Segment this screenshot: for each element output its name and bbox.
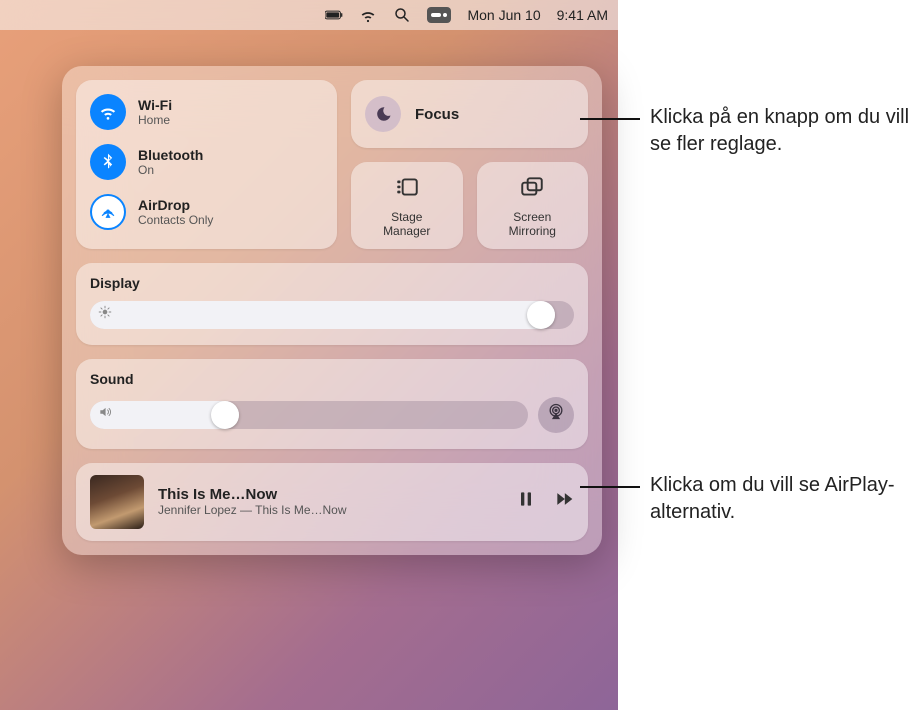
display-slider[interactable] (90, 301, 574, 329)
speaker-icon (98, 405, 112, 424)
spotlight-icon[interactable] (393, 6, 411, 24)
bluetooth-icon (90, 144, 126, 180)
battery-icon[interactable] (325, 6, 343, 24)
display-card: Display (76, 263, 588, 345)
album-art (90, 475, 144, 529)
bluetooth-button[interactable]: Bluetooth On (88, 140, 325, 184)
stage-manager-icon (394, 174, 420, 205)
menubar-time[interactable]: 9:41 AM (557, 7, 608, 23)
bluetooth-title: Bluetooth (138, 147, 203, 163)
airdrop-title: AirDrop (138, 197, 213, 213)
airdrop-icon (90, 194, 126, 230)
sound-card: Sound (76, 359, 588, 449)
now-playing-subtitle: Jennifer Lopez — This Is Me…Now (158, 503, 502, 517)
focus-button[interactable]: Focus (351, 80, 588, 148)
stage-manager-label: StageManager (383, 211, 430, 239)
wifi-button[interactable]: Wi-Fi Home (88, 90, 325, 134)
control-center-menubar-icon[interactable] (427, 7, 451, 23)
airplay-icon (546, 402, 566, 427)
moon-icon (365, 96, 401, 132)
airplay-audio-button[interactable] (538, 397, 574, 433)
menubar-date[interactable]: Mon Jun 10 (467, 7, 540, 23)
connectivity-card: Wi-Fi Home Bluetooth On AirDrop (76, 80, 337, 249)
menubar: Mon Jun 10 9:41 AM (0, 0, 618, 30)
screen-mirroring-icon (519, 174, 545, 205)
stage-manager-button[interactable]: StageManager (351, 162, 463, 249)
airdrop-status: Contacts Only (138, 213, 213, 227)
sound-title: Sound (90, 371, 574, 387)
pause-button[interactable] (516, 489, 536, 514)
brightness-icon (98, 305, 112, 324)
focus-label: Focus (415, 106, 459, 123)
control-center-panel: Wi-Fi Home Bluetooth On AirDrop (62, 66, 602, 555)
annotation-airplay: Klicka om du vill se AirPlay-alternativ. (650, 472, 910, 526)
screen-mirroring-label: ScreenMirroring (509, 211, 556, 239)
display-title: Display (90, 275, 574, 291)
sound-slider[interactable] (90, 401, 528, 429)
next-track-button[interactable] (554, 489, 574, 514)
wifi-icon (90, 94, 126, 130)
screen-mirroring-button[interactable]: ScreenMirroring (477, 162, 589, 249)
wifi-title: Wi-Fi (138, 97, 172, 113)
bluetooth-status: On (138, 163, 203, 177)
now-playing-card[interactable]: This Is Me…Now Jennifer Lopez — This Is … (76, 463, 588, 541)
wifi-status: Home (138, 113, 172, 127)
wifi-menubar-icon[interactable] (359, 6, 377, 24)
airdrop-button[interactable]: AirDrop Contacts Only (88, 190, 325, 234)
annotation-focus: Klicka på en knapp om du vill se fler re… (650, 104, 910, 158)
now-playing-title: This Is Me…Now (158, 486, 502, 503)
